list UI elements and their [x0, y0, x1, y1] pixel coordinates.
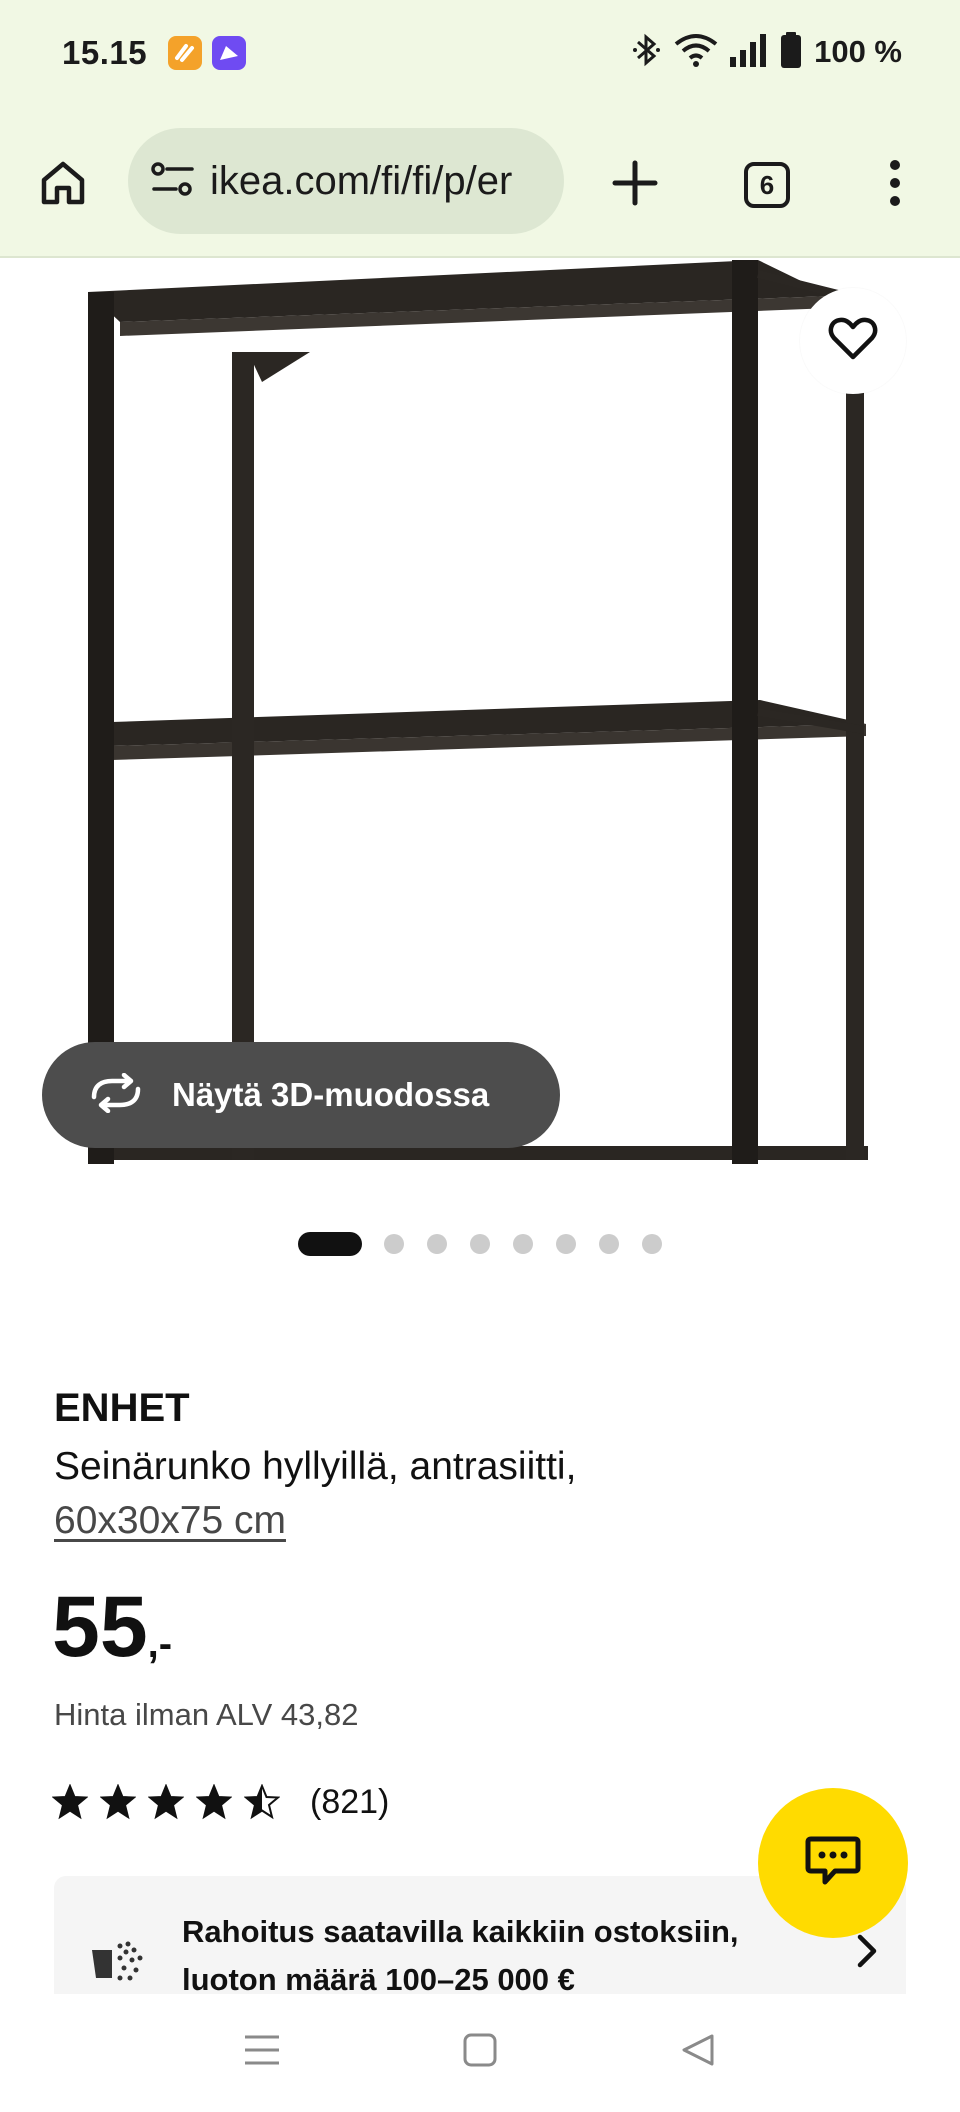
signal-icon: [730, 33, 768, 72]
square-icon: [462, 2032, 498, 2073]
url-bar[interactable]: ikea.com/fi/fi/p/er: [128, 128, 564, 234]
browser-toolbar: ikea.com/fi/fi/p/er 6: [0, 108, 960, 258]
rotate-3d-icon: [88, 1072, 144, 1118]
carousel-dot[interactable]: [599, 1234, 619, 1254]
tabs-icon: 6: [744, 162, 790, 208]
nav-back-button[interactable]: [668, 2022, 728, 2082]
star-icon: [52, 1784, 88, 1820]
favorite-button[interactable]: [800, 288, 906, 394]
star-icon: [100, 1784, 136, 1820]
new-tab-button[interactable]: [600, 150, 670, 220]
carousel-dot[interactable]: [642, 1234, 662, 1254]
bluetooth-icon: [632, 32, 662, 73]
purple-app-icon: [212, 36, 246, 70]
url-text[interactable]: ikea.com/fi/fi/p/er: [210, 159, 512, 204]
nav-home-button[interactable]: [450, 2022, 510, 2082]
nav-menu-button[interactable]: [232, 2022, 292, 2082]
system-nav-bar: [0, 1994, 960, 2112]
tab-count: 6: [759, 169, 775, 200]
carousel-dot[interactable]: [513, 1234, 533, 1254]
price-suffix: ,-: [147, 1622, 173, 1666]
tab-switcher-button[interactable]: 6: [732, 150, 802, 220]
carousel-dot[interactable]: [384, 1234, 404, 1254]
price-excl-vat: Hinta ilman ALV 43,82: [54, 1697, 359, 1732]
browser-menu-button[interactable]: [860, 150, 930, 220]
product-name: ENHET: [54, 1386, 190, 1430]
carousel-indicator: [0, 1232, 960, 1256]
status-icons: 100 %: [632, 30, 902, 74]
review-count[interactable]: (821): [310, 1783, 389, 1822]
view-3d-label: Näytä 3D-muodossa: [172, 1076, 490, 1113]
chat-button[interactable]: [758, 1788, 908, 1938]
product-description: Seinärunko hyllyillä, antrasiitti, 60x30…: [54, 1440, 914, 1548]
chat-icon: [805, 1835, 861, 1892]
price-main: 55: [52, 1579, 148, 1675]
battery-icon: [780, 31, 802, 73]
product-size-link[interactable]: 60x30x75 cm: [54, 1499, 286, 1542]
rating[interactable]: (821): [52, 1780, 389, 1824]
battery-percentage: 100 %: [814, 34, 902, 69]
menu-lines-icon: [242, 2032, 282, 2073]
view-3d-button[interactable]: Näytä 3D-muodossa: [42, 1042, 560, 1148]
carousel-dot[interactable]: [470, 1234, 490, 1254]
financing-icon: [90, 1938, 144, 1987]
more-vert-icon: [888, 159, 902, 212]
wifi-icon: [674, 32, 718, 73]
product-image-gallery[interactable]: Näytä 3D-muodossa: [0, 260, 960, 1180]
orange-app-icon: [168, 36, 202, 70]
status-bar: 15.15 100 %: [0, 0, 960, 108]
star-icon: [244, 1784, 280, 1820]
carousel-dot[interactable]: [298, 1232, 362, 1256]
status-time: 15.15: [62, 34, 148, 71]
financing-text: Rahoitus saatavilla kaikkiin ostoksiin, …: [182, 1914, 739, 1994]
price: 55 ,-: [52, 1584, 172, 1670]
carousel-dot[interactable]: [427, 1234, 447, 1254]
plus-icon: [611, 159, 659, 212]
site-info-icon[interactable]: [150, 159, 196, 204]
carousel-dot[interactable]: [556, 1234, 576, 1254]
product-description-text: Seinärunko hyllyillä, antrasiitti,: [54, 1445, 577, 1488]
chevron-right-icon: [856, 1934, 878, 1973]
back-triangle-icon: [680, 2032, 716, 2073]
star-icon: [196, 1784, 232, 1820]
heart-icon: [828, 317, 878, 366]
home-icon: [38, 158, 88, 213]
star-icon: [148, 1784, 184, 1820]
rating-stars: [52, 1784, 280, 1820]
home-button[interactable]: [28, 150, 98, 220]
